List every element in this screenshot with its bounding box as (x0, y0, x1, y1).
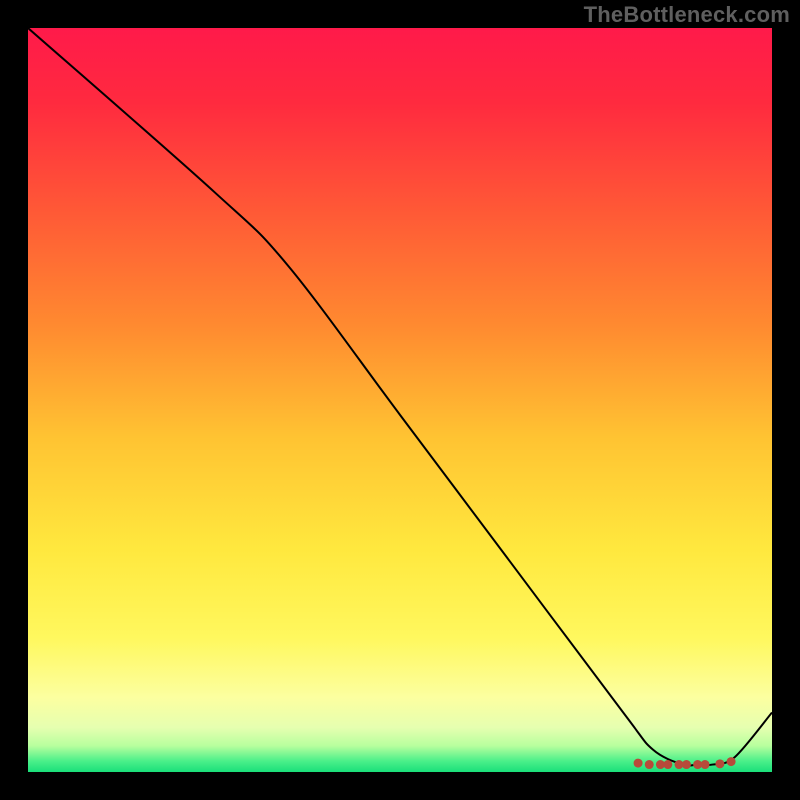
marker-dot (727, 757, 736, 766)
chart-frame: TheBottleneck.com (0, 0, 800, 800)
gradient-background (28, 28, 772, 772)
chart-svg (28, 28, 772, 772)
marker-dot (663, 760, 672, 769)
marker-dot (634, 759, 643, 768)
marker-dot (701, 760, 710, 769)
plot-area (28, 28, 772, 772)
watermark-text: TheBottleneck.com (584, 2, 790, 28)
marker-dot (645, 760, 654, 769)
marker-dot (682, 760, 691, 769)
marker-dot (715, 759, 724, 768)
